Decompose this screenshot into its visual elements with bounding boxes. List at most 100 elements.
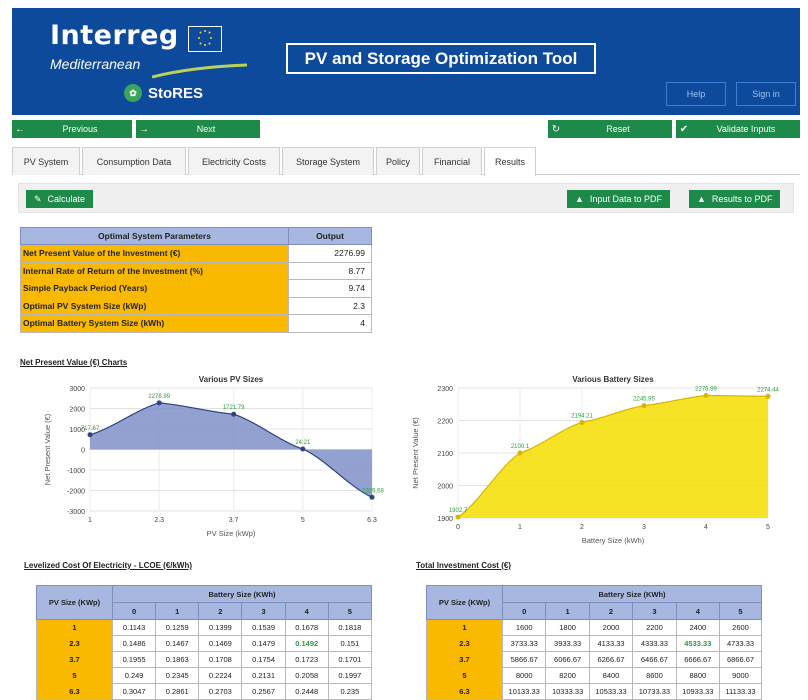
table-cell: 2600: [719, 619, 762, 636]
table-cell: 0.1955: [111, 651, 157, 668]
table-cell: 0.151: [327, 635, 373, 652]
pv-size-cell: 2.3: [426, 635, 503, 652]
app-header: Interreg Mediterranean ✿ StoRES PV and S…: [12, 8, 800, 115]
table-cell: 0.1678: [284, 619, 329, 636]
table-cell: 10533.33: [588, 683, 634, 700]
help-button[interactable]: Help: [666, 82, 726, 106]
table-cell: 0.1259: [155, 619, 200, 636]
arrow-left-icon: ←: [15, 123, 25, 135]
results-to-pdf-button[interactable]: ▲ Results to PDF: [689, 190, 781, 208]
x-tick-label: 3: [642, 524, 646, 531]
pv-size-cell: 5: [426, 667, 503, 684]
tab-results[interactable]: Results: [484, 147, 536, 176]
data-point: [455, 514, 461, 520]
optimal-param-value: 8.77: [288, 261, 372, 280]
battery-size-header: Battery Size (KWh): [502, 585, 762, 603]
check-icon: ✔: [679, 123, 689, 135]
table-row: 1 1600 1800 2000 2200 2400 2600: [426, 619, 762, 636]
calculate-button[interactable]: ✎ Calculate: [26, 190, 94, 208]
table-cell: 8400: [588, 667, 634, 684]
pv-size-header: PV Size (KWp): [426, 585, 503, 620]
data-point: [765, 393, 771, 399]
table-cell: 0.1479: [241, 635, 286, 652]
chart-title: Various PV Sizes: [199, 375, 264, 384]
reset-button[interactable]: ↻ Reset: [548, 120, 672, 138]
stores-logo: ✿ StoRES: [124, 84, 203, 102]
table-row: 5 8000 8200 8400 8600 8800 9000: [426, 667, 762, 684]
table-row: 3.7 0.1955 0.1863 0.1708 0.1754 0.1723 0.1701: [36, 651, 373, 668]
y-axis-label: Net Present Value (€): [411, 417, 420, 489]
data-point: [87, 432, 93, 438]
tab-storage-system[interactable]: Storage System: [282, 147, 374, 175]
app-title: PV and Storage Optimization Tool: [286, 43, 596, 74]
y-tick-label: 2000: [437, 484, 453, 491]
series-area: [90, 402, 372, 498]
x-tick-label: 0: [456, 524, 460, 531]
optimal-col-header: Optimal System Parameters: [20, 227, 289, 245]
tab-electricity-costs[interactable]: Electricity Costs: [188, 147, 280, 175]
table-cell: 0.2861: [155, 683, 200, 700]
data-point: [300, 446, 306, 452]
table-cell: 4333.33: [632, 635, 677, 652]
data-label: 2276.99: [148, 394, 170, 400]
table-cell: 4733.33: [719, 635, 762, 652]
tab-pv-system[interactable]: PV System: [12, 147, 80, 175]
data-label: 2245.95: [633, 397, 655, 403]
pencil-icon: ✎: [34, 193, 42, 204]
table-cell: 6666.67: [675, 651, 721, 668]
y-tick-label: 0: [81, 448, 85, 455]
table-cell: 3933.33: [545, 635, 590, 652]
x-tick-label: 2: [580, 524, 584, 531]
table-cell: 0.1818: [327, 619, 373, 636]
pv-size-cell: 3.7: [426, 651, 503, 668]
previous-button[interactable]: ← Previous: [12, 120, 132, 138]
table-cell: 2000: [588, 619, 634, 636]
output-col-header: Output: [288, 227, 372, 245]
tab-consumption-data[interactable]: Consumption Data: [82, 147, 186, 175]
table-cell: 11133.33: [719, 683, 762, 700]
sign-in-button[interactable]: Sign in: [736, 82, 796, 106]
pv-size-header: PV Size (KWp): [36, 585, 113, 620]
tab-policy[interactable]: Policy: [376, 147, 420, 175]
table-cell: 4133.33: [588, 635, 634, 652]
table-cell: 2400: [675, 619, 721, 636]
input-data-to-pdf-button[interactable]: ▲ Input Data to PDF: [567, 190, 670, 208]
y-tick-label: -3000: [67, 509, 85, 516]
data-point: [231, 411, 237, 417]
battery-col-header: 1: [545, 602, 590, 620]
tab-financial[interactable]: Financial: [422, 147, 482, 175]
y-tick-label: -1000: [67, 468, 85, 475]
optimal-row: Internal Rate of Return of the Investmen…: [20, 261, 372, 280]
table-cell: 0.1539: [241, 619, 286, 636]
table-row: 3.7 5866.67 6066.67 6266.67 6466.67 6666.67 68…: [426, 651, 762, 668]
data-point: [641, 403, 647, 409]
data-label: 717.67: [81, 426, 100, 432]
battery-col-header: 5: [719, 602, 762, 620]
table-cell: 0.2131: [241, 667, 286, 684]
optimal-parameters-table: Optimal System Parameters Output Net Pre…: [20, 227, 372, 333]
data-label: 1721.79: [223, 405, 245, 411]
stores-logo-text: StoRES: [148, 84, 204, 102]
optimal-param-value: 2.3: [288, 296, 372, 315]
y-tick-label: 3000: [69, 386, 85, 393]
stores-logo-icon: ✿: [124, 84, 142, 102]
table-cell: 5866.67: [501, 651, 547, 668]
pv-size-cell: 6.3: [426, 683, 503, 700]
validate-inputs-button[interactable]: ✔ Validate Inputs: [676, 120, 800, 138]
battery-size-header: Battery Size (KWh): [112, 585, 372, 603]
next-button[interactable]: → Next: [136, 120, 260, 138]
table-cell: 0.2703: [198, 683, 243, 700]
table-row: 5 0.249 0.2345 0.2224 0.2131 0.2058 0.1997: [36, 667, 373, 684]
y-tick-label: 2300: [437, 386, 453, 393]
table-row: 6.3 0.3047 0.2861 0.2703 0.2567 0.2448 0.235: [36, 683, 373, 700]
pv-size-cell: 2.3: [36, 635, 113, 652]
y-tick-label: 2000: [69, 407, 85, 414]
table-cell: 8800: [675, 667, 721, 684]
x-tick-label: 2.3: [154, 517, 164, 524]
arrow-right-icon: →: [139, 123, 149, 135]
table-cell: 8000: [501, 667, 547, 684]
table-cell: 0.1723: [284, 651, 329, 668]
battery-col-header: 2: [198, 602, 243, 620]
x-axis-label: Battery Size (kWh): [582, 536, 645, 545]
optimal-row: Net Present Value of the Investment (€) 2…: [20, 244, 372, 263]
